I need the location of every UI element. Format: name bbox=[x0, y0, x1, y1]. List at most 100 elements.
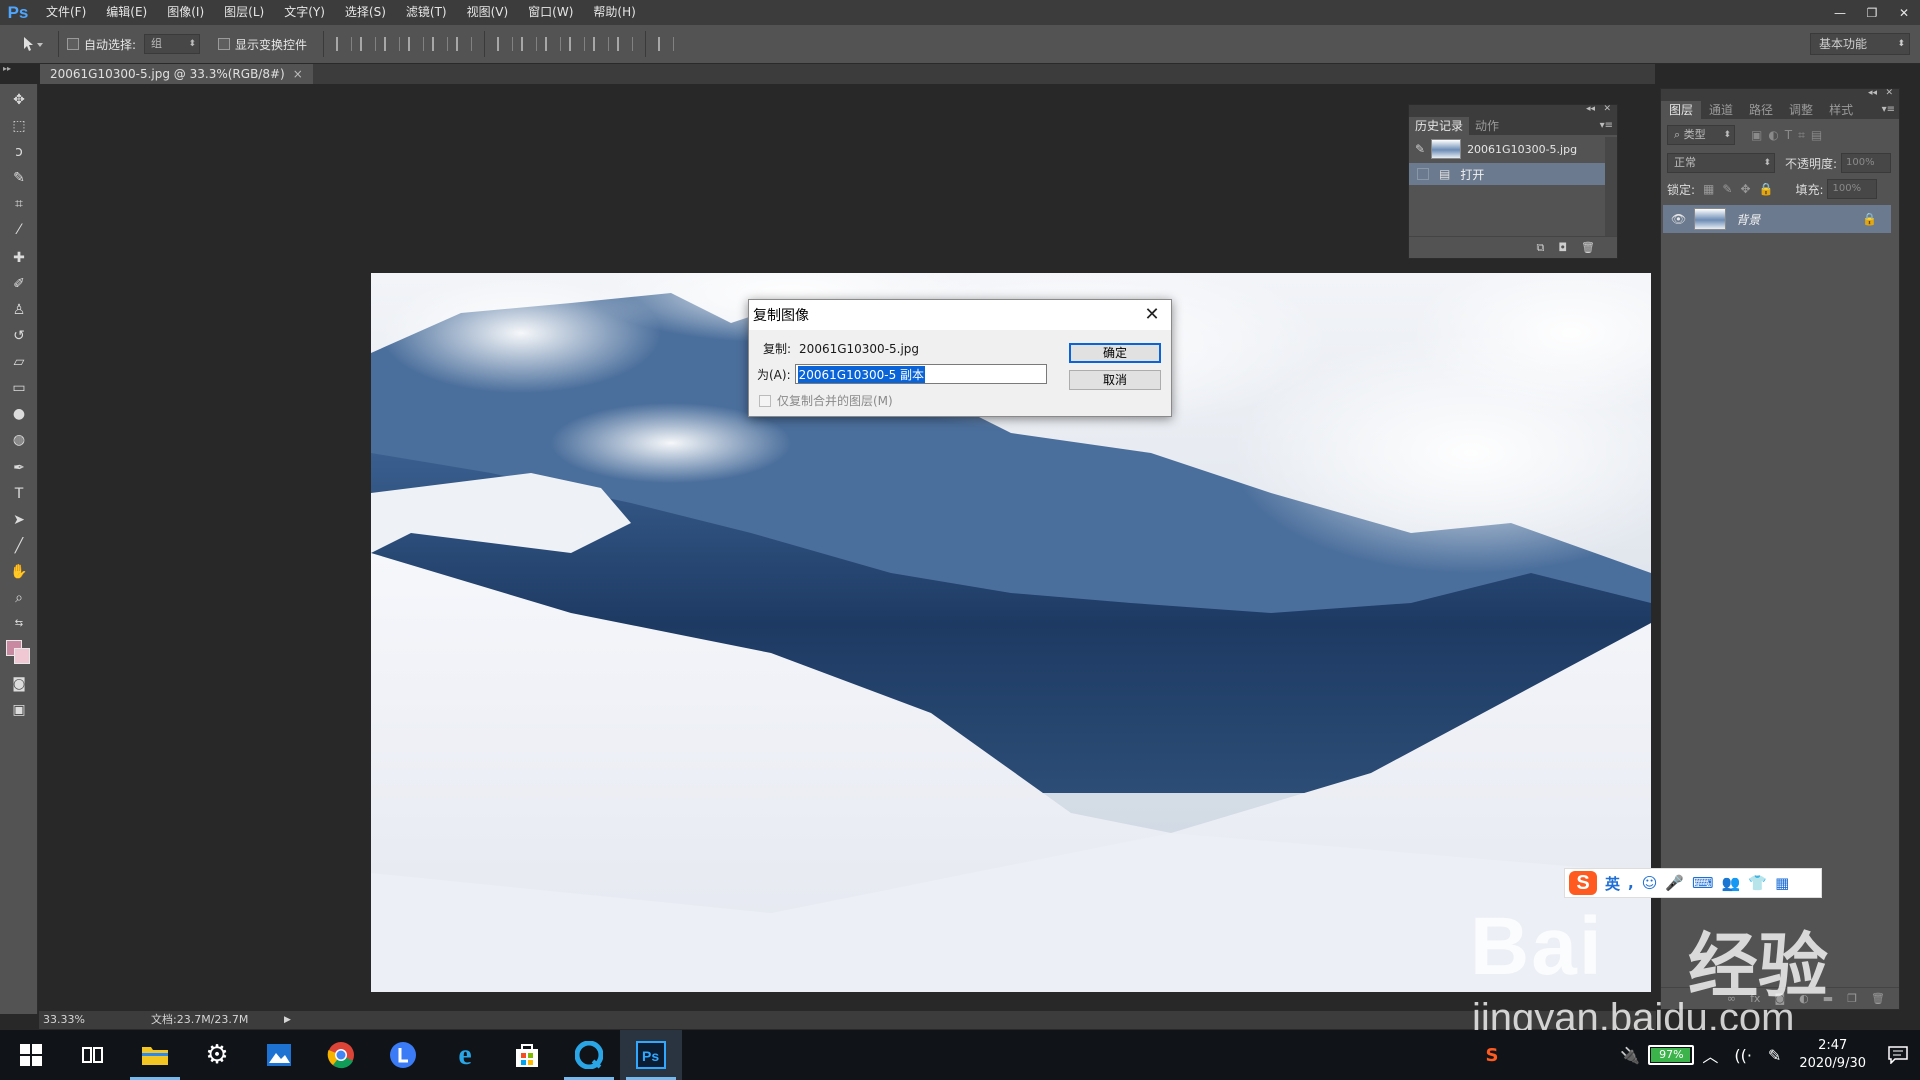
distribute-left-icon[interactable] bbox=[569, 37, 586, 51]
distribute-right-icon[interactable] bbox=[617, 37, 634, 51]
lock-options-icons[interactable]: ▦✎✥🔒 bbox=[1703, 182, 1781, 196]
menu-filter[interactable]: 滤镜(T) bbox=[396, 0, 457, 25]
distribute-top-icon[interactable] bbox=[497, 37, 514, 51]
screen-mode-icon[interactable]: ▣ bbox=[8, 700, 30, 720]
close-panel-icon[interactable]: ✕ bbox=[1885, 88, 1893, 98]
ime-emoji-icon[interactable]: ☺ bbox=[1642, 874, 1658, 892]
document-tab[interactable]: 20061G10300-5.jpg @ 33.3%(RGB/8#) × bbox=[40, 64, 313, 84]
menu-image[interactable]: 图像(I) bbox=[157, 0, 214, 25]
sogou-logo[interactable]: S bbox=[1569, 871, 1597, 895]
photoshop-button[interactable]: Ps bbox=[620, 1030, 682, 1080]
fill-input[interactable]: 100% bbox=[1827, 179, 1878, 199]
history-brush-source-icon[interactable]: ✎ bbox=[1415, 142, 1425, 156]
delete-layer-icon[interactable]: 🗑 bbox=[1871, 992, 1885, 1005]
new-document-from-state-icon[interactable]: ⧉ bbox=[1536, 241, 1544, 255]
collapse-panel-icon[interactable]: ◂◂ bbox=[1868, 88, 1877, 98]
ime-skin-icon[interactable]: 👕 bbox=[1748, 874, 1767, 892]
opacity-input[interactable]: 100% bbox=[1841, 153, 1892, 173]
new-layer-icon[interactable]: ❐ bbox=[1847, 992, 1857, 1005]
align-vcenter-icon[interactable] bbox=[360, 37, 377, 51]
tab-actions[interactable]: 动作 bbox=[1469, 117, 1505, 135]
new-adjustment-icon[interactable]: ◐ bbox=[1799, 992, 1809, 1005]
history-brush-tool-icon[interactable]: ↺ bbox=[8, 326, 30, 346]
history-snapshot[interactable]: ✎ 20061G10300-5.jpg bbox=[1409, 137, 1605, 161]
tab-styles[interactable]: 样式 bbox=[1821, 101, 1861, 119]
tab-paths[interactable]: 路径 bbox=[1741, 101, 1781, 119]
background-color-swatch[interactable] bbox=[14, 648, 30, 664]
delete-state-icon[interactable]: 🗑 bbox=[1581, 241, 1595, 254]
ime-user-icon[interactable]: 👥 bbox=[1722, 874, 1741, 892]
menu-file[interactable]: 文件(F) bbox=[36, 0, 96, 25]
wifi-icon[interactable]: ((· bbox=[1734, 1046, 1752, 1065]
layer-row[interactable]: 👁 背景 🔒 bbox=[1663, 205, 1891, 233]
distribute-hcenter-icon[interactable] bbox=[593, 37, 610, 51]
status-menu-arrow-icon[interactable]: ▶ bbox=[284, 1011, 291, 1029]
path-select-tool-icon[interactable]: ➤ bbox=[8, 510, 30, 530]
merged-only-checkbox[interactable] bbox=[759, 394, 771, 407]
file-explorer-button[interactable] bbox=[124, 1030, 186, 1080]
eraser-tool-icon[interactable]: ▱ bbox=[8, 352, 30, 372]
new-group-icon[interactable]: ▬ bbox=[1823, 992, 1833, 1005]
layer-style-icon[interactable]: fx bbox=[1750, 992, 1760, 1005]
restore-button[interactable]: ❐ bbox=[1856, 0, 1888, 25]
eyedropper-tool-icon[interactable]: ⁄ bbox=[8, 220, 30, 240]
ime-keyboard-icon[interactable]: ⌨ bbox=[1692, 874, 1714, 892]
distribute-vcenter-icon[interactable] bbox=[521, 37, 538, 51]
toolbox-collapse-icon[interactable]: ▸▸ bbox=[0, 64, 40, 74]
ime-voice-icon[interactable]: 🎤 bbox=[1665, 874, 1684, 892]
quick-mask-icon[interactable]: ◙ bbox=[8, 674, 30, 694]
gradient-tool-icon[interactable]: ▭ bbox=[8, 378, 30, 398]
menu-layer[interactable]: 图层(L) bbox=[214, 0, 274, 25]
dodge-tool-icon[interactable]: ◍ bbox=[8, 430, 30, 450]
quick-select-tool-icon[interactable]: ✎ bbox=[8, 168, 30, 188]
blur-tool-icon[interactable]: ● bbox=[8, 404, 30, 424]
start-button[interactable] bbox=[0, 1030, 62, 1080]
ie-button[interactable]: e bbox=[434, 1030, 496, 1080]
link-layers-icon[interactable]: ∞ bbox=[1727, 992, 1736, 1005]
task-view-button[interactable] bbox=[62, 1030, 124, 1080]
sogou-tray-icon[interactable]: S bbox=[1485, 1045, 1498, 1066]
panel-menu-icon[interactable]: ▾≡ bbox=[1600, 117, 1613, 135]
battery-indicator[interactable]: 97% bbox=[1648, 1045, 1695, 1065]
ok-button[interactable]: 确定 bbox=[1069, 343, 1161, 363]
move-tool-icon[interactable]: ✥ bbox=[8, 90, 30, 110]
tab-channels[interactable]: 通道 bbox=[1701, 101, 1741, 119]
marquee-tool-icon[interactable]: ⬚ bbox=[8, 116, 30, 136]
dialog-close-icon[interactable]: ✕ bbox=[1141, 304, 1163, 326]
clone-stamp-tool-icon[interactable]: ♙ bbox=[8, 300, 30, 320]
auto-select-dropdown[interactable]: 组 bbox=[144, 34, 201, 54]
close-window-button[interactable]: ✕ bbox=[1888, 0, 1920, 25]
menu-view[interactable]: 视图(V) bbox=[457, 0, 519, 25]
layer-name[interactable]: 背景 bbox=[1736, 211, 1760, 228]
zoom-level[interactable]: 33.33% bbox=[43, 1011, 85, 1029]
layer-filter-dropdown[interactable]: ⌕ 类型 bbox=[1667, 125, 1735, 145]
tab-layers[interactable]: 图层 bbox=[1661, 101, 1702, 119]
chrome-button[interactable] bbox=[310, 1030, 372, 1080]
swap-colors-icon[interactable]: ⇆ bbox=[8, 614, 30, 634]
menu-help[interactable]: 帮助(H) bbox=[583, 0, 645, 25]
close-panel-icon[interactable]: ✕ bbox=[1603, 104, 1611, 114]
power-plug-icon[interactable]: 🔌 bbox=[1620, 1046, 1640, 1065]
align-bottom-icon[interactable] bbox=[384, 37, 401, 51]
duplicate-name-input[interactable]: 20061G10300-5 副本 bbox=[794, 364, 1047, 384]
align-hcenter-icon[interactable] bbox=[432, 37, 449, 51]
type-tool-icon[interactable]: T bbox=[8, 484, 30, 504]
menu-edit[interactable]: 编辑(E) bbox=[96, 0, 157, 25]
menu-type[interactable]: 文字(Y) bbox=[274, 0, 335, 25]
dialog-titlebar[interactable]: 复制图像 ✕ bbox=[749, 300, 1171, 330]
visibility-eye-icon[interactable]: 👁 bbox=[1671, 212, 1686, 226]
auto-align-icon[interactable] bbox=[658, 37, 675, 51]
lasso-tool-icon[interactable]: ↄ bbox=[8, 142, 30, 162]
show-transform-checkbox[interactable] bbox=[218, 38, 231, 50]
cancel-button[interactable]: 取消 bbox=[1069, 370, 1161, 390]
zoom-tool-icon[interactable]: ⌕ bbox=[8, 588, 30, 608]
hand-tool-icon[interactable]: ✋ bbox=[8, 562, 30, 582]
settings-button[interactable]: ⚙ bbox=[186, 1030, 248, 1080]
align-left-icon[interactable] bbox=[408, 37, 425, 51]
history-scrollbar[interactable] bbox=[1605, 137, 1617, 237]
tab-adjustments[interactable]: 调整 bbox=[1781, 101, 1821, 119]
blend-mode-dropdown[interactable]: 正常 bbox=[1667, 153, 1775, 173]
history-step-checkbox[interactable] bbox=[1417, 168, 1429, 180]
close-tab-icon[interactable]: × bbox=[293, 67, 303, 81]
pen-tool-icon[interactable]: ✒ bbox=[8, 458, 30, 478]
